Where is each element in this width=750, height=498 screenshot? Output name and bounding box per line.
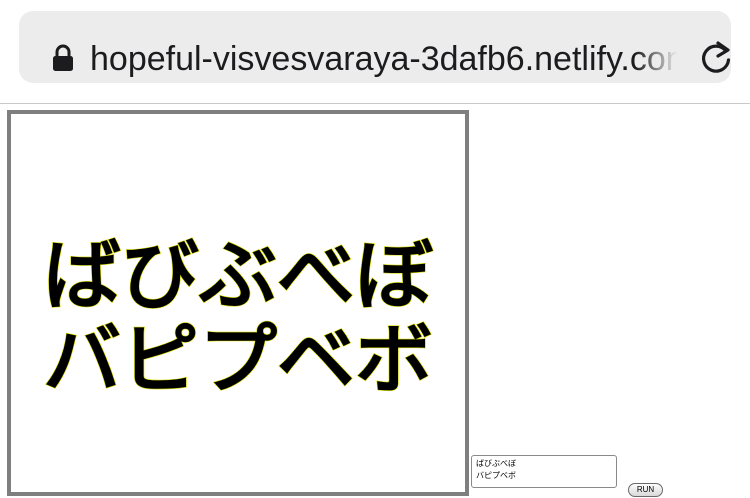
browser-address-bar: hopeful-visvesvaraya-3dafb6.netlify.com: [0, 0, 750, 104]
url-fade: [635, 33, 685, 83]
source-text-input[interactable]: ばびぶべぼ バピプベボ: [471, 455, 617, 488]
reload-icon[interactable]: [697, 39, 735, 77]
run-button[interactable]: RUN: [628, 483, 663, 497]
canvas-text-line-1: ばびぶべぼ: [43, 231, 433, 320]
url-field[interactable]: hopeful-visvesvaraya-3dafb6.netlify.com: [19, 11, 731, 83]
lock-icon: [53, 44, 73, 71]
render-canvas: ばびぶべぼ バピプベボ: [7, 110, 469, 496]
canvas-text-line-2: バピプベボ: [43, 315, 433, 404]
canvas-drawing: ばびぶべぼ バピプベボ: [42, 230, 433, 404]
url-text[interactable]: hopeful-visvesvaraya-3dafb6.netlify.com: [90, 37, 680, 81]
